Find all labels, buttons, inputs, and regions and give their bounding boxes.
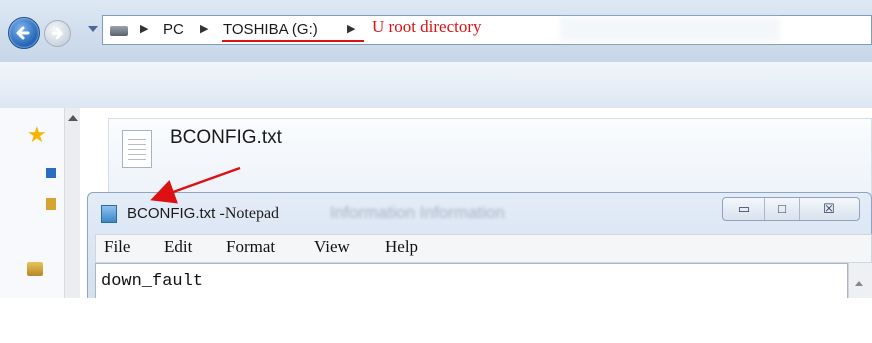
annotation-root-directory: U root directory (372, 17, 482, 36)
maximize-button[interactable]: □ (766, 197, 798, 221)
blurred-title-text: Information Information (330, 203, 505, 222)
recent-pages-dropdown-icon[interactable] (88, 26, 98, 32)
menu-file[interactable]: File (104, 237, 130, 257)
libraries-icon[interactable] (27, 262, 43, 276)
favorites-star-icon[interactable]: ★ (27, 122, 47, 148)
notepad-content: down_fault (101, 272, 204, 291)
desktop-icon[interactable] (46, 168, 56, 178)
cropped-bottom-area (0, 298, 872, 343)
menu-format[interactable]: Format (226, 237, 275, 257)
breadcrumb-pc[interactable]: PC (163, 21, 184, 38)
menu-edit[interactable]: Edit (164, 237, 192, 257)
explorer-toolbar (0, 62, 872, 109)
back-arrow-icon (16, 26, 30, 40)
window-control-divider (764, 198, 765, 220)
breadcrumb-separator-icon[interactable]: ▶ (140, 22, 148, 35)
breadcrumb-drive[interactable]: TOSHIBA (G:) (223, 21, 318, 38)
close-button[interactable]: ☒ (800, 197, 858, 221)
notepad-menubar (95, 234, 872, 263)
notepad-scroll-up-icon[interactable] (855, 281, 863, 286)
minimize-button[interactable]: ▭ (725, 197, 763, 221)
notepad-icon (101, 205, 117, 223)
menu-view[interactable]: View (314, 237, 350, 257)
annotation-underline (222, 40, 364, 42)
forward-button[interactable] (44, 20, 71, 47)
breadcrumb-separator-icon[interactable]: ▶ (347, 22, 355, 35)
file-name: BCONFIG.txt (170, 127, 282, 148)
folder-icon[interactable] (46, 198, 56, 210)
breadcrumb-separator-icon[interactable]: ▶ (200, 22, 208, 35)
drive-icon (110, 26, 128, 36)
scroll-up-arrow-icon[interactable] (68, 115, 78, 121)
forward-arrow-icon (51, 27, 63, 40)
back-button[interactable] (8, 17, 40, 49)
annotation-arrow-icon (150, 166, 241, 204)
blurred-search-box (560, 18, 780, 42)
menu-help[interactable]: Help (385, 237, 418, 257)
